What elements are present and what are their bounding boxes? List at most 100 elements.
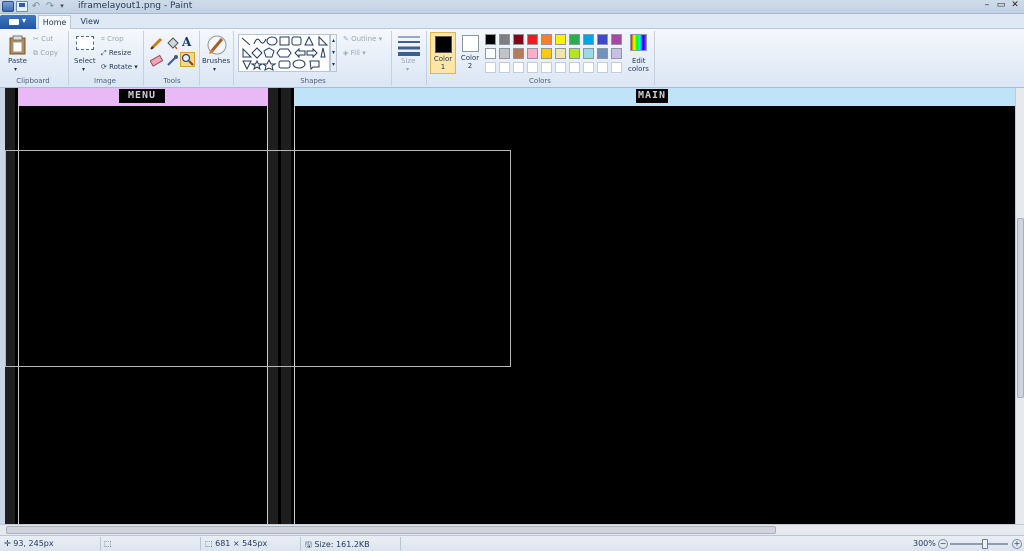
palette-swatch[interactable] bbox=[527, 62, 538, 73]
cut-button[interactable]: ✂ Cut bbox=[33, 35, 53, 43]
horizontal-scrollbar[interactable] bbox=[0, 524, 1024, 535]
color-picker-icon[interactable] bbox=[166, 54, 179, 67]
text-tool-icon[interactable]: A bbox=[182, 35, 191, 49]
zoom-slider[interactable] bbox=[950, 543, 1008, 545]
palette-swatch[interactable] bbox=[597, 34, 608, 45]
undo-icon[interactable]: ↶ bbox=[30, 1, 42, 12]
palette-swatch[interactable] bbox=[485, 62, 496, 73]
color1-button[interactable]: Color 1 bbox=[430, 32, 456, 74]
zoom-out-icon[interactable]: − bbox=[938, 539, 948, 549]
brushes-dropdown-icon: ▾ bbox=[213, 66, 217, 73]
palette-swatch[interactable] bbox=[611, 34, 622, 45]
color2-swatch bbox=[461, 35, 479, 52]
palette-swatch[interactable] bbox=[555, 62, 566, 73]
close-icon[interactable]: ✕ bbox=[1008, 0, 1022, 12]
vertical-scroll-thumb[interactable] bbox=[1017, 218, 1024, 398]
resize-button[interactable]: ⤢ Resize bbox=[101, 49, 131, 58]
save-icon[interactable] bbox=[16, 1, 28, 12]
fill-button[interactable]: ◈ Fill ▾ bbox=[343, 49, 366, 57]
image-canvas[interactable]: MENU MAIN bbox=[5, 88, 1019, 524]
palette-swatch[interactable] bbox=[513, 62, 524, 73]
horizontal-scroll-thumb[interactable] bbox=[6, 526, 776, 534]
outline-label: Outline bbox=[351, 35, 377, 43]
minimize-icon[interactable]: – bbox=[980, 0, 994, 12]
cut-label: Cut bbox=[41, 35, 54, 43]
tab-home[interactable]: Home bbox=[38, 15, 71, 29]
edit-colors-label: Edit bbox=[632, 57, 646, 65]
palette-swatch[interactable] bbox=[569, 62, 580, 73]
color2-index: 2 bbox=[467, 62, 473, 70]
image-size-value: 681 × 545px bbox=[215, 539, 268, 548]
palette-swatch[interactable] bbox=[513, 48, 524, 59]
app-menu-icon[interactable] bbox=[2, 1, 14, 12]
outline-button[interactable]: ✎ Outline ▾ bbox=[343, 35, 382, 43]
status-divider bbox=[400, 537, 401, 550]
palette-swatch[interactable] bbox=[541, 62, 552, 73]
palette-swatch[interactable] bbox=[541, 34, 552, 45]
size-dropdown-icon: ▾ bbox=[406, 66, 410, 73]
pencil-icon[interactable] bbox=[150, 37, 163, 50]
magnifier-button[interactable] bbox=[180, 52, 195, 67]
resize-label: Resize bbox=[108, 49, 132, 57]
palette-swatch[interactable] bbox=[611, 62, 622, 73]
zoom-level: 300% bbox=[913, 539, 936, 548]
palette-swatch[interactable] bbox=[499, 34, 510, 45]
palette-swatch[interactable] bbox=[527, 34, 538, 45]
colors-group-label: Colors bbox=[529, 77, 551, 85]
shapes-scroll[interactable]: ▴ ▾ ▾ bbox=[330, 34, 337, 72]
copy-button[interactable]: ⧉ Copy bbox=[33, 49, 58, 58]
palette-swatch[interactable] bbox=[583, 62, 594, 73]
selection-rectangle[interactable] bbox=[5, 150, 511, 367]
cursor-position-value: 93, 245px bbox=[13, 539, 54, 548]
rotate-label: Rotate bbox=[109, 63, 133, 71]
rotate-button[interactable]: ⟳ Rotate ▾ bbox=[101, 63, 138, 71]
zoom-slider-thumb[interactable] bbox=[982, 539, 988, 549]
vertical-scrollbar[interactable] bbox=[1015, 88, 1024, 524]
ribbon-separator bbox=[199, 31, 200, 85]
palette-swatch[interactable] bbox=[569, 34, 580, 45]
palette-swatch[interactable] bbox=[583, 34, 594, 45]
customize-icon[interactable]: ▾ bbox=[58, 1, 66, 12]
crop-button[interactable]: ⌗ Crop bbox=[101, 35, 124, 44]
menu-frame-label: MENU bbox=[119, 89, 165, 103]
palette-swatch[interactable] bbox=[583, 48, 594, 59]
file-menu-button[interactable] bbox=[0, 15, 36, 29]
palette-swatch[interactable] bbox=[597, 62, 608, 73]
paste-label: Paste bbox=[8, 57, 27, 65]
zoom-in-icon[interactable]: + bbox=[1012, 539, 1022, 549]
palette-swatch[interactable] bbox=[569, 48, 580, 59]
canvas-area[interactable]: MENU MAIN bbox=[0, 88, 1024, 524]
palette-swatch[interactable] bbox=[597, 48, 608, 59]
title-bar: ↶ ↷ ▾ iframelayout1.png - Paint – ▭ ✕ bbox=[0, 0, 1024, 14]
brush-icon bbox=[207, 35, 227, 55]
palette-swatch[interactable] bbox=[513, 34, 524, 45]
shapes-gallery[interactable] bbox=[238, 34, 330, 72]
palette-swatch[interactable] bbox=[485, 34, 496, 45]
palette-swatch[interactable] bbox=[555, 48, 566, 59]
palette-swatch[interactable] bbox=[527, 48, 538, 59]
redo-icon[interactable]: ↷ bbox=[44, 1, 56, 12]
color2-label: Color bbox=[460, 54, 480, 62]
status-bar: ✛ 93, 245px ⬚ ⬚ 681 × 545px 🖫 Size: 161.… bbox=[0, 535, 1024, 551]
shapes-group-label: Shapes bbox=[300, 77, 326, 85]
fill-bucket-icon[interactable] bbox=[166, 37, 179, 50]
palette-swatch[interactable] bbox=[541, 48, 552, 59]
eraser-icon[interactable] bbox=[150, 54, 163, 67]
maximize-icon[interactable]: ▭ bbox=[994, 0, 1008, 12]
tab-view[interactable]: View bbox=[76, 15, 104, 29]
selection-icon: ⬚ bbox=[104, 539, 112, 548]
cursor-position: ✛ 93, 245px bbox=[4, 539, 54, 548]
palette-swatch[interactable] bbox=[555, 34, 566, 45]
quick-access-toolbar: ↶ ↷ ▾ bbox=[2, 1, 66, 12]
status-divider bbox=[300, 537, 301, 550]
palette-swatch[interactable] bbox=[485, 48, 496, 59]
color2-button[interactable]: Color 2 bbox=[457, 32, 483, 74]
tools-group-label: Tools bbox=[163, 77, 181, 85]
color1-swatch bbox=[434, 36, 452, 53]
palette-swatch[interactable] bbox=[499, 48, 510, 59]
palette-swatch[interactable] bbox=[611, 48, 622, 59]
file-size-value: Size: 161.2KB bbox=[314, 540, 370, 549]
palette-swatch[interactable] bbox=[499, 62, 510, 73]
fill-label: Fill bbox=[350, 49, 360, 57]
ribbon-separator bbox=[68, 31, 69, 85]
